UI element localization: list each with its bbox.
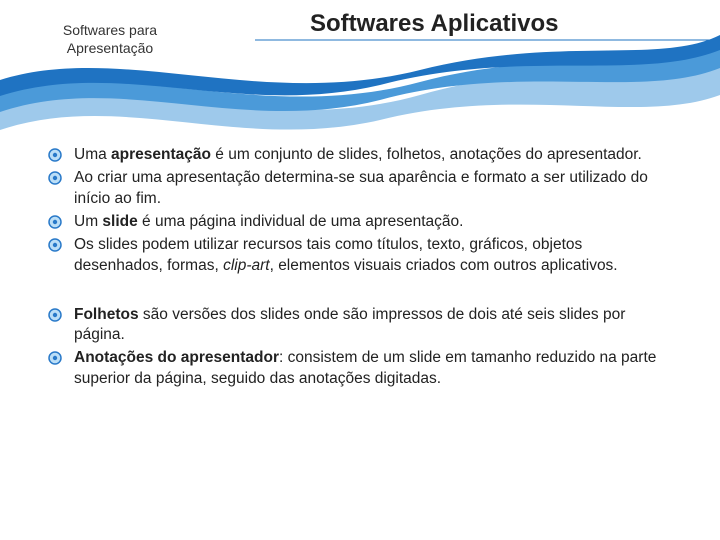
bullet-1-text: Ao criar uma apresentação determina-se s…	[74, 169, 648, 207]
bullet-list-1: Uma apresentação é um conjunto de slides…	[48, 145, 672, 277]
bullet-1-item: Uma apresentação é um conjunto de slides…	[48, 145, 672, 166]
bullet-2-text: Anotações do apresentador: consistem de …	[74, 349, 656, 387]
bullet-icon	[48, 215, 62, 229]
slide-content: Uma apresentação é um conjunto de slides…	[48, 145, 672, 392]
subtitle-line2: Apresentação	[67, 40, 153, 56]
bullet-1-item: Um slide é uma página individual de uma …	[48, 212, 672, 233]
bullet-1-text: Os slides podem utilizar recursos tais c…	[74, 236, 618, 274]
slide: Softwares para Apresentação Softwares Ap…	[0, 0, 720, 540]
bullet-icon	[48, 351, 62, 365]
slide-subtitle: Softwares para Apresentação	[30, 22, 190, 57]
bullet-2-item: Folhetos são versões dos slides onde são…	[48, 305, 672, 347]
bullet-icon	[48, 171, 62, 185]
bullet-2-item: Anotações do apresentador: consistem de …	[48, 348, 672, 390]
group-gap	[48, 279, 672, 305]
bullet-1-item: Os slides podem utilizar recursos tais c…	[48, 235, 672, 277]
header-area: Softwares para Apresentação Softwares Ap…	[0, 0, 720, 130]
slide-title: Softwares Aplicativos	[310, 10, 700, 38]
bullet-icon	[48, 148, 62, 162]
bullet-1-text: Uma apresentação é um conjunto de slides…	[74, 146, 642, 163]
bullet-1-text: Um slide é uma página individual de uma …	[74, 213, 463, 230]
bullet-icon	[48, 238, 62, 252]
bullet-2-text: Folhetos são versões dos slides onde são…	[74, 306, 625, 344]
bullet-icon	[48, 308, 62, 322]
bullet-list-2: Folhetos são versões dos slides onde são…	[48, 305, 672, 391]
bullet-1-item: Ao criar uma apresentação determina-se s…	[48, 168, 672, 210]
subtitle-line1: Softwares para	[63, 22, 157, 38]
